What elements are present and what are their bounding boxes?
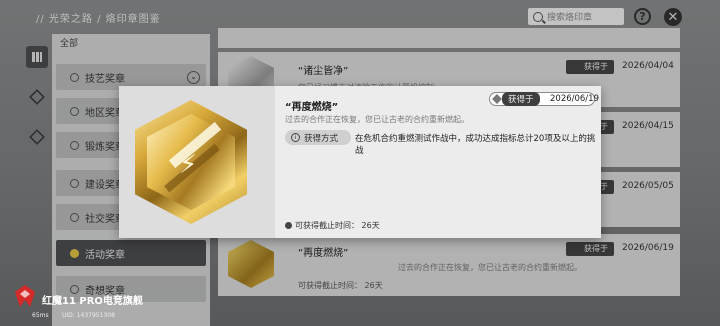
- popup-title: “再度燃烧”: [285, 102, 339, 113]
- acquired-label: 获得于: [502, 92, 540, 106]
- device-logo: [15, 285, 35, 307]
- cube-icon: [492, 94, 502, 104]
- medal-detail-popup: ⚡ “再度燃烧” 过去的合作正在恢复，您已让古老的合约重新燃起。 获得于 202…: [119, 86, 601, 238]
- device-brand: 红魔11 PRO电竞旗舰: [42, 296, 143, 307]
- acquire-method-label: 获得方式: [304, 133, 339, 144]
- clock-icon: [285, 222, 292, 229]
- deadline-row: 可获得截止时间： 26天: [285, 220, 380, 231]
- ping-value: 65ms: [32, 312, 49, 319]
- info-icon: i: [291, 133, 300, 142]
- popup-description: 过去的合作正在恢复，您已让古老的合约重新燃起。: [285, 115, 469, 124]
- deadline-text: 可获得截止时间： 26天: [295, 221, 380, 230]
- medal-icon: ⚡: [135, 100, 247, 224]
- acquired-date: 2026/06/19: [550, 94, 599, 104]
- acquire-condition: 在危机合约重燃测试作战中，成功达成指标总计20项及以上的挑战: [355, 134, 596, 156]
- acquired-date-badge: 获得于 2026/06/19: [489, 92, 599, 106]
- medal-image-panel: ⚡: [119, 86, 275, 238]
- user-uid: UID: 1437951308: [62, 312, 115, 319]
- acquire-method-button[interactable]: i 获得方式: [285, 130, 351, 145]
